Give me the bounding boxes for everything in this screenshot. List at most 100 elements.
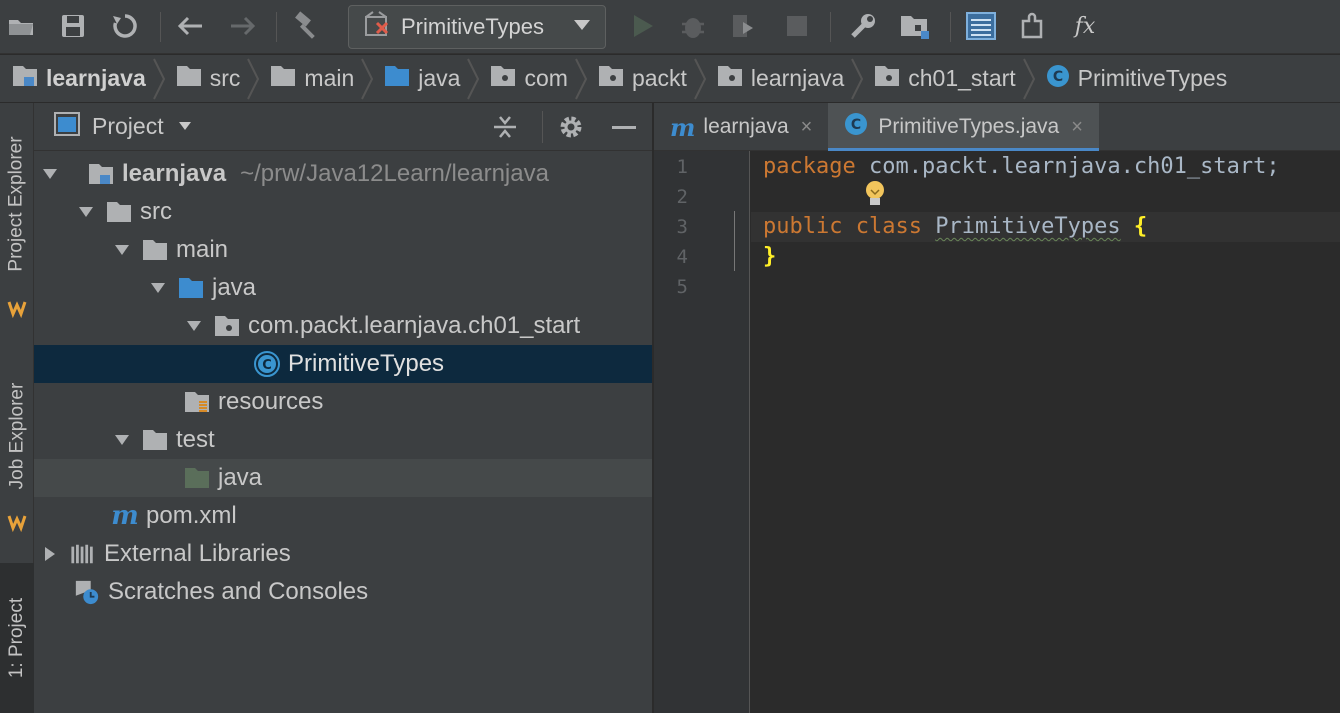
expand-arrow-icon[interactable] <box>76 202 96 222</box>
forward-arrow-icon[interactable] <box>226 9 260 43</box>
gear-icon[interactable] <box>558 114 584 145</box>
expand-arrow-icon[interactable] <box>148 278 168 298</box>
chevron-down-icon <box>573 18 591 36</box>
breadcrumb-item-com[interactable]: com <box>490 55 597 103</box>
line-number: 3 <box>676 216 688 238</box>
breadcrumb-item-java[interactable]: java <box>384 55 490 103</box>
collapsed-arrow-icon[interactable] <box>40 544 60 564</box>
tab-label: 1: Project <box>6 597 28 679</box>
line-number: 4 <box>676 246 688 268</box>
scratches-icon <box>74 579 100 605</box>
class-name: PrimitiveTypes <box>935 214 1121 239</box>
sync-icon[interactable] <box>108 9 142 43</box>
folder-icon <box>270 65 296 93</box>
breadcrumb-item-primitivetypes[interactable]: C PrimitiveTypes <box>1046 55 1227 103</box>
expand-arrow-icon[interactable] <box>40 164 60 184</box>
fold-guide <box>734 211 735 271</box>
line-number: 2 <box>676 186 688 208</box>
stop-icon[interactable] <box>780 9 814 43</box>
tree-item-resources[interactable]: resources <box>34 383 652 421</box>
line-number: 5 <box>676 276 688 298</box>
breadcrumb-item-learnjava-package[interactable]: learnjava <box>717 55 874 103</box>
breadcrumb-label: java <box>418 65 461 91</box>
expand-arrow-icon[interactable] <box>184 316 204 336</box>
collapse-all-icon[interactable] <box>492 114 518 145</box>
tab-label: PrimitiveTypes.java <box>878 115 1060 138</box>
project-structure-icon[interactable] <box>898 9 932 43</box>
maven-icon: m <box>670 112 696 142</box>
svg-text:C: C <box>262 358 272 373</box>
breadcrumb-item-main[interactable]: main <box>270 55 384 103</box>
expand-arrow-icon[interactable] <box>112 430 132 450</box>
close-icon[interactable]: × <box>1071 116 1083 139</box>
settings-wrench-icon[interactable] <box>846 9 880 43</box>
close-icon[interactable]: × <box>801 116 813 139</box>
run-configuration-dropdown[interactable]: PrimitiveTypes <box>348 5 606 49</box>
chevron-down-icon[interactable] <box>178 118 192 136</box>
code-editor[interactable]: package com.packt.learnjava.ch01_start; … <box>751 151 1340 713</box>
plugin-puzzle-icon[interactable] <box>1016 9 1050 43</box>
tree-item-test[interactable]: test <box>34 421 652 459</box>
tree-item-main[interactable]: main <box>34 231 652 269</box>
tree-item-src[interactable]: src <box>34 193 652 231</box>
run-icon[interactable] <box>626 9 660 43</box>
code-line-3: public class PrimitiveTypes { <box>763 214 1147 239</box>
tree-item-primitivetypes[interactable]: C PrimitiveTypes <box>34 345 652 383</box>
breadcrumb-item-packt[interactable]: packt <box>598 55 717 103</box>
breadcrumb-label: learnjava <box>750 65 845 91</box>
tab-label: Project Explorer <box>6 136 28 272</box>
folder-icon <box>106 199 132 225</box>
tree-item-external-libraries[interactable]: External Libraries <box>34 535 652 573</box>
package-folder-icon <box>598 65 624 93</box>
breadcrumb-item-ch01-start[interactable]: ch01_start <box>874 55 1045 103</box>
tree-item-pom-xml[interactable]: m pom.xml <box>34 497 652 535</box>
tree-item-learnjava[interactable]: learnjava ~/prw/Java12Learn/learnjava <box>34 155 652 193</box>
breadcrumb-label: com <box>524 65 568 91</box>
code-line-4: } <box>763 244 776 269</box>
tree-item-label: pom.xml <box>146 502 237 529</box>
project-view-icon <box>54 112 80 141</box>
aws-toolkit-icon <box>0 507 34 537</box>
svg-text:C: C <box>1053 69 1063 85</box>
tree-item-java-test[interactable]: java <box>34 459 652 497</box>
tree-item-scratches-and-consoles[interactable]: Scratches and Consoles <box>34 573 652 611</box>
tab-job-explorer[interactable]: Job Explorer <box>0 361 34 511</box>
java-class-icon: C <box>1046 64 1070 94</box>
lightbulb-icon[interactable] <box>863 179 887 214</box>
tab-learnjava[interactable]: m learnjava × <box>654 103 828 151</box>
tree-item-label: java <box>218 464 263 491</box>
source-folder-icon <box>384 65 410 93</box>
tree-item-label: main <box>176 236 229 263</box>
line-number-gutter: 1 2 3 4 5 <box>654 151 750 713</box>
expand-arrow-icon[interactable] <box>112 240 132 260</box>
tree-item-package[interactable]: com.packt.learnjava.ch01_start <box>34 307 652 345</box>
maven-icon: m <box>111 501 139 531</box>
test-folder-icon <box>184 465 210 491</box>
package-folder-icon <box>717 65 743 93</box>
save-icon[interactable] <box>56 9 90 43</box>
structure-view-icon[interactable] <box>964 9 998 43</box>
open-folder-icon[interactable] <box>4 9 38 43</box>
tree-item-label: com.packt.learnjava.ch01_start <box>248 312 581 339</box>
keyword: package <box>763 154 856 179</box>
project-panel-header: Project <box>34 103 652 151</box>
coverage-icon[interactable] <box>726 9 760 43</box>
package-folder-icon <box>490 65 516 93</box>
tab-primitivetypes-java[interactable]: C PrimitiveTypes.java × <box>828 103 1099 151</box>
project-view-selector[interactable]: Project <box>92 113 164 140</box>
debug-bug-icon[interactable] <box>676 9 710 43</box>
tree-item-label: PrimitiveTypes <box>288 350 445 377</box>
breadcrumb-label: main <box>304 65 355 91</box>
tab-project-explorer[interactable]: Project Explorer <box>0 109 34 299</box>
brace-open: { <box>1133 214 1148 239</box>
breadcrumb-item-src[interactable]: src <box>176 55 271 103</box>
hide-panel-icon[interactable] <box>612 126 636 129</box>
tab-project[interactable]: 1: Project <box>0 563 34 713</box>
breadcrumb-item-learnjava-module[interactable]: learnjava <box>12 55 176 103</box>
back-arrow-icon[interactable] <box>173 9 207 43</box>
project-tool-window: Project learnjava ~/prw/Java12Learn/lear… <box>34 103 652 713</box>
tree-item-java-source[interactable]: java <box>34 269 652 307</box>
fx-function-icon[interactable]: fx <box>1068 9 1102 43</box>
package-name: com.packt.learnjava.ch01_start; <box>855 154 1280 179</box>
build-hammer-icon[interactable] <box>290 9 324 43</box>
